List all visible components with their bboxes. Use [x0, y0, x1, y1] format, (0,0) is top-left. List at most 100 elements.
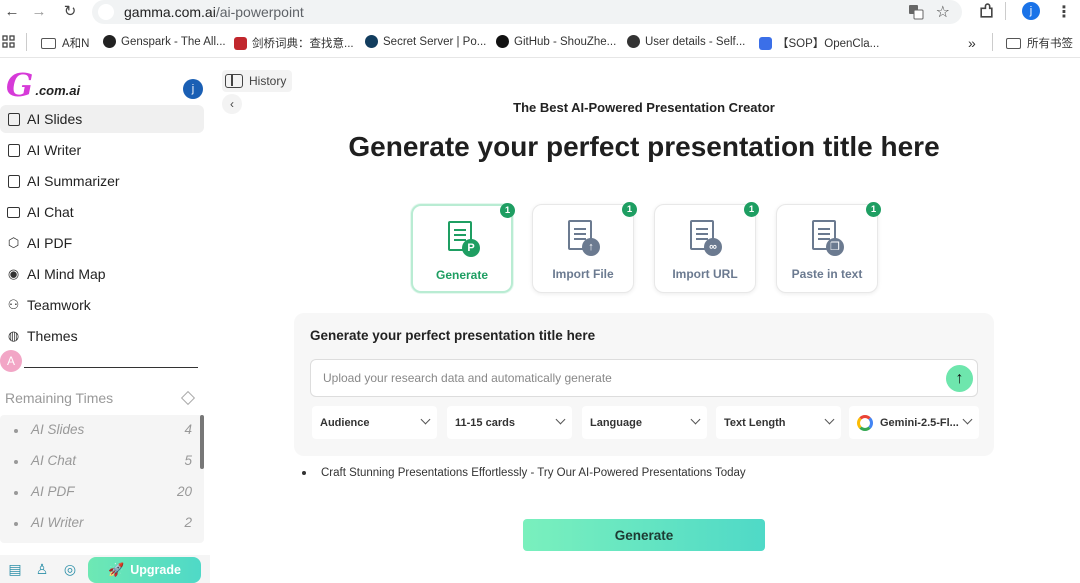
bookmark-sop-opencla[interactable]: 【SOP】OpenCla... [759, 35, 879, 51]
clipboard-icon[interactable]: ▤ [7, 561, 23, 577]
panel-title: Generate your perfect presentation title… [310, 328, 596, 343]
generate-panel: Generate your perfect presentation title… [294, 313, 994, 456]
sidebar-item-ai-chat[interactable]: AI Chat [0, 198, 204, 226]
bookmark-secret-server[interactable]: Secret Server | Po... [365, 35, 486, 48]
option-paste-text[interactable]: 1 ❐ Paste in text [776, 202, 881, 293]
address-bar[interactable]: gamma.com.ai/ai-powerpoint ☆ [92, 0, 962, 24]
send-arrow-icon[interactable]: ↑ [946, 365, 973, 392]
count-badge: 1 [622, 202, 637, 217]
page-subtitle: The Best AI-Powered Presentation Creator [513, 100, 775, 115]
back-arrow-icon[interactable]: ← [4, 4, 20, 20]
globe-icon[interactable]: ◎ [62, 561, 78, 577]
language-select[interactable]: Language [582, 406, 707, 439]
audience-select[interactable]: Audience [312, 406, 437, 439]
chevron-down-icon [555, 414, 566, 425]
prompt-input[interactable] [310, 359, 978, 397]
remaining-row-ai-chat: AI Chat 5 [0, 450, 200, 474]
profile-avatar[interactable]: j [1022, 2, 1040, 20]
sidebar-item-ai-summarizer[interactable]: AI Summarizer [0, 167, 204, 195]
toolbar-divider [1005, 2, 1006, 20]
folder-icon [41, 37, 56, 49]
bookmark-star-icon[interactable]: ☆ [936, 2, 950, 22]
url-text[interactable]: gamma.com.ai/ai-powerpoint [124, 4, 304, 20]
sidebar-item-themes[interactable]: ◍ Themes [0, 322, 204, 350]
bookmark-genspark[interactable]: Genspark - The All... [103, 35, 226, 48]
browser-menu-icon[interactable]: ⋮ [1056, 2, 1072, 22]
option-import-url[interactable]: 1 ∞ Import URL [654, 202, 759, 293]
google-icon [857, 414, 873, 431]
rocket-icon: 🚀 [108, 562, 125, 577]
sidebar-panel-icon [225, 74, 243, 88]
translate-widget-icon[interactable]: A [0, 350, 22, 372]
sidebar: G .com.ai j AI Slides AI Writer AI Summa… [0, 60, 210, 583]
extensions-icon[interactable] [978, 3, 995, 20]
sidebar-item-ai-slides[interactable]: AI Slides [0, 105, 204, 133]
copy-icon: ❐ [826, 238, 844, 256]
text-length-select[interactable]: Text Length [716, 406, 841, 439]
bookmark-github[interactable]: GitHub - ShouZhe... [496, 35, 616, 48]
palette-icon: ◍ [7, 328, 20, 343]
secret-server-icon [365, 35, 378, 48]
chevron-down-icon [420, 414, 431, 425]
upgrade-button[interactable]: 🚀 Upgrade [88, 557, 201, 583]
option-import-file[interactable]: 1 ↑ Import File [532, 202, 637, 293]
browser-toolbar: ← → ↻ gamma.com.ai/ai-powerpoint ☆ j ⋮ [0, 0, 1080, 24]
history-button[interactable]: History [222, 70, 292, 92]
doc-icon [759, 36, 772, 50]
p-badge-icon: P [462, 239, 480, 257]
link-icon: ∞ [704, 238, 722, 256]
bookmarks-divider [992, 33, 993, 51]
apps-grid-icon[interactable] [2, 35, 15, 48]
translate-icon[interactable] [908, 4, 924, 20]
generate-button[interactable]: Generate [523, 519, 765, 551]
bookmark-user-details[interactable]: User details - Self... [627, 35, 745, 48]
github-icon [496, 35, 509, 48]
summarizer-icon [6, 174, 21, 189]
remaining-times-list: AI Slides 4 AI Chat 5 AI PDF 20 AI Writer 2 [0, 415, 204, 543]
sidebar-item-ai-mind-map[interactable]: ◉ AI Mind Map [0, 260, 204, 288]
count-badge: 1 [866, 202, 881, 217]
bookmark-a-n[interactable]: A和N [41, 35, 89, 51]
bookmarks-bar: A和N Genspark - The All... 剑桥词典：查找意... Se… [0, 28, 1080, 58]
count-badge: 1 [500, 203, 515, 218]
remaining-row-ai-writer: AI Writer 2 [0, 512, 200, 536]
user-avatar[interactable]: j [183, 79, 203, 99]
slides-icon [6, 112, 21, 127]
bookmark-cambridge[interactable]: 剑桥词典：查找意... [234, 35, 354, 51]
tip-list-item: Craft Stunning Presentations Effortlessl… [302, 467, 746, 479]
forward-arrow-icon[interactable]: → [31, 4, 47, 20]
chevron-down-icon [690, 414, 701, 425]
count-badge: 1 [744, 202, 759, 217]
bookmarks-divider [26, 33, 27, 51]
all-bookmarks-folder[interactable]: 所有书签 [1006, 35, 1073, 51]
site-logo[interactable]: G .com.ai [6, 68, 80, 101]
sidebar-item-teamwork[interactable]: ⚇ Teamwork [0, 291, 204, 319]
remaining-row-ai-slides: AI Slides 4 [0, 419, 200, 443]
bookmarks-overflow-button[interactable]: » [968, 35, 976, 51]
page-title: Generate your perfect presentation title… [348, 131, 940, 162]
sidebar-item-ai-writer[interactable]: AI Writer [0, 136, 204, 164]
diamond-icon[interactable] [180, 390, 196, 406]
sidebar-item-ai-pdf[interactable]: ⬡ AI PDF [0, 229, 204, 257]
cambridge-icon [234, 36, 247, 50]
team-icon: ⚇ [7, 297, 20, 312]
model-select[interactable]: Gemini-2.5-Fl... [849, 406, 979, 439]
genspark-icon [103, 35, 116, 48]
mind-map-icon: ◉ [7, 266, 20, 281]
writer-icon [6, 143, 21, 158]
folder-icon [1006, 37, 1021, 49]
pdf-icon: ⬡ [7, 235, 20, 250]
remaining-scrollbar[interactable] [200, 415, 204, 469]
chevron-down-icon [962, 414, 973, 425]
user-icon[interactable]: ♙ [34, 561, 50, 577]
chat-icon [6, 205, 21, 220]
reload-icon[interactable]: ↻ [62, 4, 78, 20]
remaining-row-ai-pdf: AI PDF 20 [0, 481, 200, 505]
site-info-icon[interactable] [98, 4, 114, 20]
option-generate[interactable]: 1 P Generate [411, 203, 515, 293]
chevron-down-icon [824, 414, 835, 425]
cards-count-select[interactable]: 11-15 cards [447, 406, 572, 439]
upload-arrow-icon: ↑ [582, 238, 600, 256]
globe-icon [627, 35, 640, 48]
sidebar-divider [24, 367, 198, 368]
